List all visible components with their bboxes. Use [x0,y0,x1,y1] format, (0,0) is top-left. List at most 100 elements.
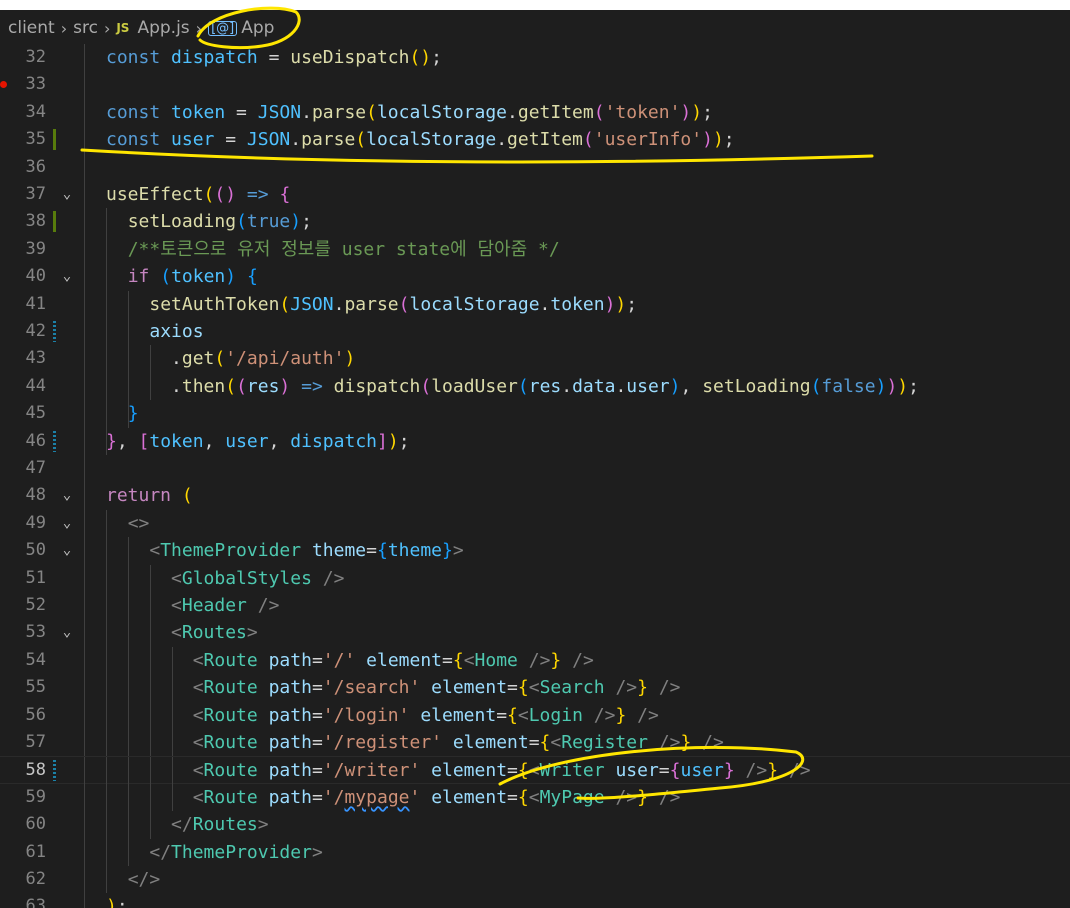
code-text: useEffect(() => { [106,184,291,205]
indent-guide [84,372,85,401]
code-text: const dispatch = useDispatch(); [106,47,442,68]
line-number: 46 [25,430,46,451]
window-top-strip [0,0,1070,10]
line-number: 58 [25,760,46,781]
line-number: 41 [25,293,46,314]
code-line[interactable]: 60 </Routes> [0,811,1070,839]
indent-guide [84,893,85,908]
breadcrumb-src[interactable]: src [73,18,98,38]
indent-guide [84,482,85,510]
line-number: 39 [25,238,46,259]
code-text: </ThemeProvider> [149,841,323,863]
indent-guide [84,757,85,785]
code-line[interactable]: 46 }, [token, user, dispatch]); [0,427,1070,455]
code-line[interactable]: 42 axios [0,318,1070,346]
code-text: ); [106,896,128,908]
breadcrumb-symbol[interactable]: App [241,18,274,38]
code-line[interactable]: 41 setAuthToken(JSON.parse(localStorage.… [0,290,1070,318]
line-number: 35 [25,129,46,150]
fold-chevron-down-icon[interactable]: ⌄ [58,181,76,208]
code-text: <> [127,512,150,534]
code-line[interactable]: 47 [0,455,1070,483]
code-line[interactable]: 56 <Route path='/login' element={<Login … [0,701,1070,729]
code-text: </> [127,869,161,890]
line-number: 42 [25,321,46,341]
indent-guide [84,318,85,346]
code-line[interactable]: 48 ⌄ return ( [0,482,1070,510]
code-text: return ( [106,485,193,507]
code-line[interactable]: 59 <Route path='/mypage' element={<MyPag… [0,783,1070,812]
line-number: 36 [25,156,46,177]
code-line[interactable]: 40 ⌄ if (token) { [0,263,1070,291]
fold-chevron-down-icon[interactable]: ⌄ [58,263,76,290]
fold-chevron-down-icon[interactable]: ⌄ [58,482,76,509]
indent-guide [84,98,85,127]
code-line[interactable]: 35 const user = JSON.parse(localStorage.g… [0,126,1070,154]
git-modified-indicator[interactable] [53,321,56,342]
code-line[interactable]: 44 .then((res) => dispatch(loadUser(res.… [0,372,1070,401]
code-line[interactable]: 53 ⌄ <Routes> [0,619,1070,647]
code-text: if (token) { [127,266,258,288]
code-text: axios [149,321,204,342]
code-line[interactable]: 55 <Route path='/search' element={<Searc… [0,674,1070,702]
code-line[interactable]: 58 <Route path='/writer' element={<Write… [0,756,1070,785]
git-added-indicator[interactable] [53,211,56,233]
line-number: 60 [25,814,46,835]
breadcrumb: client › src › JS App.js › [@] App [0,10,1070,46]
line-number: 55 [25,677,46,698]
line-number: 59 [25,786,46,807]
code-line[interactable]: 49 ⌄ <> [0,509,1070,538]
code-line[interactable]: 36 [0,153,1070,181]
code-line[interactable]: 61 </ThemeProvider> [0,838,1070,866]
code-text: <GlobalStyles /> [171,567,345,589]
code-line[interactable]: 38 setLoading(true); [0,208,1070,236]
line-number: 57 [25,732,46,752]
code-line[interactable]: 32 const dispatch = useDispatch(); [0,44,1070,72]
git-modified-indicator[interactable] [53,430,56,452]
code-line[interactable]: 33 [0,71,1070,99]
line-number: 47 [25,458,46,478]
code-text: .then((res) => dispatch(loadUser(res.dat… [106,375,919,397]
code-line[interactable]: 34 const token = JSON.parse(localStorage.… [0,98,1070,127]
indent-guide [84,400,85,428]
indent-guide [84,290,85,318]
indent-guide [84,619,85,647]
code-text: <Routes> [171,622,258,644]
code-text: <Route path='/login' element={<Login />}… [192,704,659,726]
code-line[interactable]: 51 <GlobalStyles /> [0,564,1070,592]
code-line[interactable]: 57 <Route path='/register' element={<Reg… [0,729,1070,757]
code-text: setAuthToken(JSON.parse(localStorage.tok… [149,293,638,315]
code-line[interactable]: 43 .get('/api/auth') [0,345,1070,373]
indent-guide [84,153,85,181]
line-number: 37 [25,184,46,204]
code-text: const user = JSON.parse(localStorage.get… [106,129,735,151]
code-line[interactable]: 63); [0,893,1070,908]
indent-guide [84,866,85,894]
code-text: <Route path='/writer' element={<Writer u… [192,760,811,782]
fold-chevron-down-icon[interactable]: ⌄ [58,619,76,646]
code-line[interactable]: 39 /**토큰으로 유저 정보를 user state에 담아줌 */ [0,235,1070,264]
breadcrumb-client[interactable]: client [8,18,55,38]
code-line[interactable]: 62 </> [0,866,1070,894]
code-line[interactable]: 50 ⌄ <ThemeProvider theme={theme}> [0,537,1070,565]
indent-guide [84,811,85,839]
code-line[interactable]: 37 ⌄ useEffect(() => { [0,181,1070,209]
code-editor[interactable]: 32 const dispatch = useDispatch(); 33 34 con… [0,44,1070,908]
git-modified-indicator[interactable] [53,760,56,782]
line-number: 63 [25,896,46,908]
code-text: <Route path='/' element={<Home />} /> [192,649,594,671]
line-number: 49 [25,512,46,533]
code-text: <Header /> [171,595,280,616]
breadcrumb-file[interactable]: App.js [137,18,189,38]
fold-chevron-down-icon[interactable]: ⌄ [58,510,76,537]
line-number: 43 [25,348,46,369]
code-line[interactable]: 52 <Header /> [0,592,1070,620]
code-text: } [127,403,139,425]
line-number: 62 [25,869,46,889]
code-text: const token = JSON.parse(localStorage.ge… [106,101,713,123]
git-added-indicator[interactable] [53,129,56,151]
code-text: }, [token, user, dispatch]); [106,430,410,452]
fold-chevron-down-icon[interactable]: ⌄ [58,537,76,564]
code-line[interactable]: 54 <Route path='/' element={<Home />} /> [0,646,1070,675]
code-line[interactable]: 45 } [0,400,1070,428]
